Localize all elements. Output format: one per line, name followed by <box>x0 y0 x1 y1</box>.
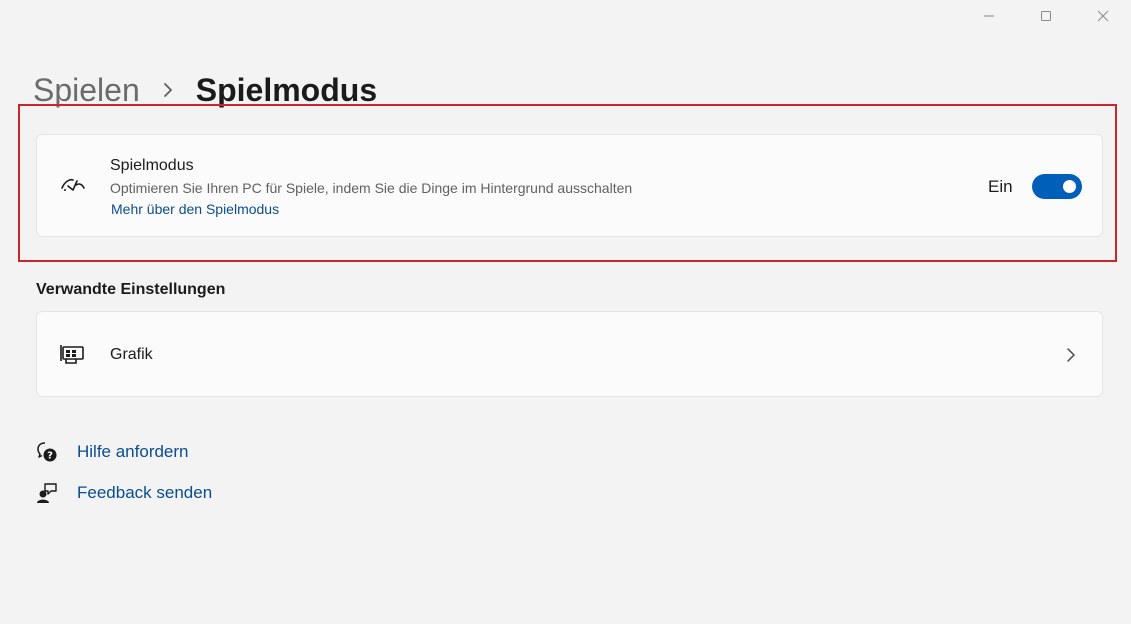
send-feedback-link[interactable]: Feedback senden <box>35 481 212 505</box>
grafik-label: Grafik <box>110 346 153 363</box>
toggle-knob <box>1063 180 1076 193</box>
game-mode-title: Spielmodus <box>110 157 194 174</box>
breadcrumb-chevron-icon <box>162 82 174 98</box>
close-icon <box>1097 10 1109 22</box>
svg-text:?: ? <box>47 451 53 462</box>
graphics-card-icon <box>59 343 85 365</box>
maximize-button[interactable] <box>1023 0 1069 32</box>
send-feedback-label: Feedback senden <box>77 483 213 502</box>
minimize-icon <box>984 15 994 17</box>
game-mode-toggle[interactable] <box>1032 174 1082 199</box>
related-settings-heading: Verwandte Einstellungen <box>36 281 226 298</box>
close-button[interactable] <box>1080 0 1126 32</box>
feedback-icon <box>35 481 59 505</box>
toggle-state-label: Ein <box>988 177 1013 196</box>
get-help-label: Hilfe anfordern <box>77 442 189 461</box>
minimize-button[interactable] <box>966 0 1012 32</box>
game-mode-description: Optimieren Sie Ihren PC für Spiele, inde… <box>110 180 633 196</box>
maximize-icon <box>1041 11 1051 21</box>
help-chat-icon: ? <box>35 440 59 464</box>
grafik-card[interactable]: Grafik <box>36 311 1103 397</box>
chevron-right-icon <box>1066 347 1076 368</box>
get-help-link[interactable]: ? Hilfe anfordern <box>35 440 189 464</box>
game-mode-card: Spielmodus Optimieren Sie Ihren PC für S… <box>36 134 1103 237</box>
game-mode-learn-more-link[interactable]: Mehr über den Spielmodus <box>111 201 279 217</box>
game-mode-icon <box>59 175 87 197</box>
settings-window: Spielen Spielmodus Spielmodus Optimieren… <box>0 0 1131 624</box>
